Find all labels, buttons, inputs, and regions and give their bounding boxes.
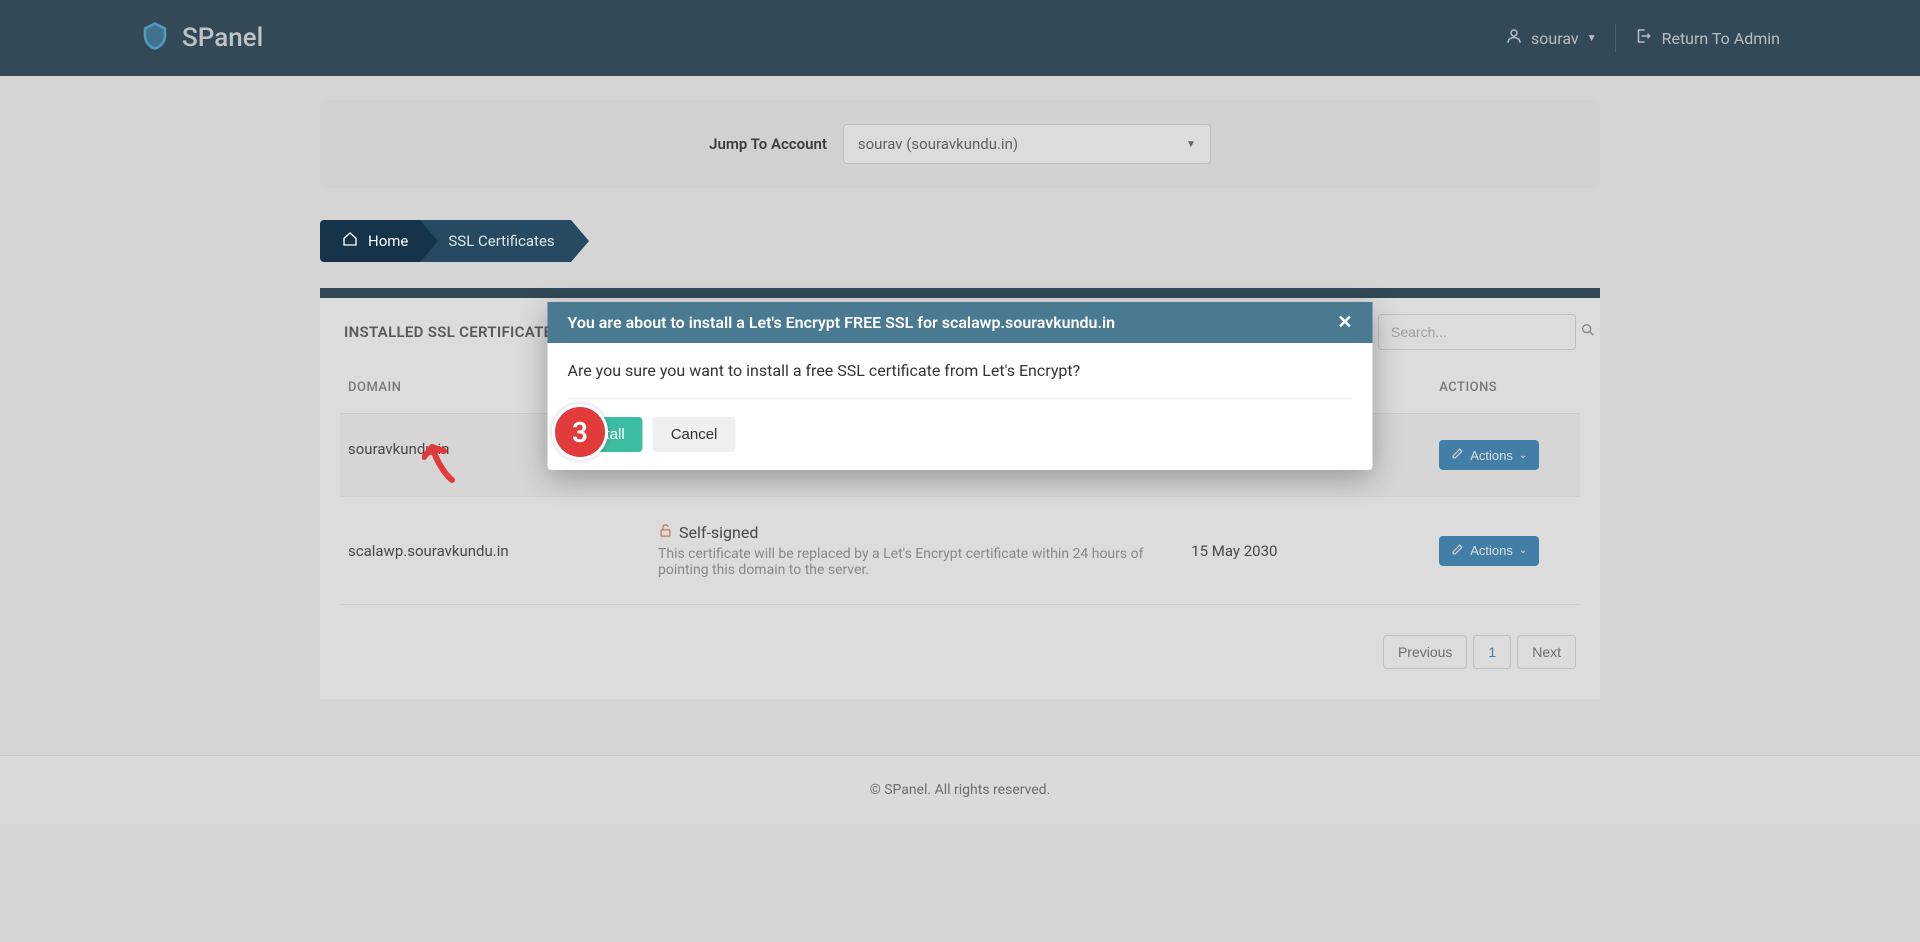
- home-icon: [342, 231, 358, 251]
- modal-question: Are you sure you want to install a free …: [568, 361, 1353, 399]
- modal-header: You are about to install a Let's Encrypt…: [548, 302, 1373, 343]
- cancel-button[interactable]: Cancel: [653, 417, 736, 452]
- close-icon[interactable]: ✕: [1337, 312, 1352, 333]
- install-ssl-modal: You are about to install a Let's Encrypt…: [548, 302, 1373, 470]
- install-button[interactable]: Install: [568, 417, 643, 452]
- breadcrumb-current: SSL Certificates: [420, 220, 570, 262]
- breadcrumb-home-label: Home: [368, 232, 408, 250]
- modal-backdrop: [0, 0, 1920, 942]
- breadcrumb-home[interactable]: Home: [320, 220, 420, 262]
- modal-title: You are about to install a Let's Encrypt…: [568, 313, 1116, 332]
